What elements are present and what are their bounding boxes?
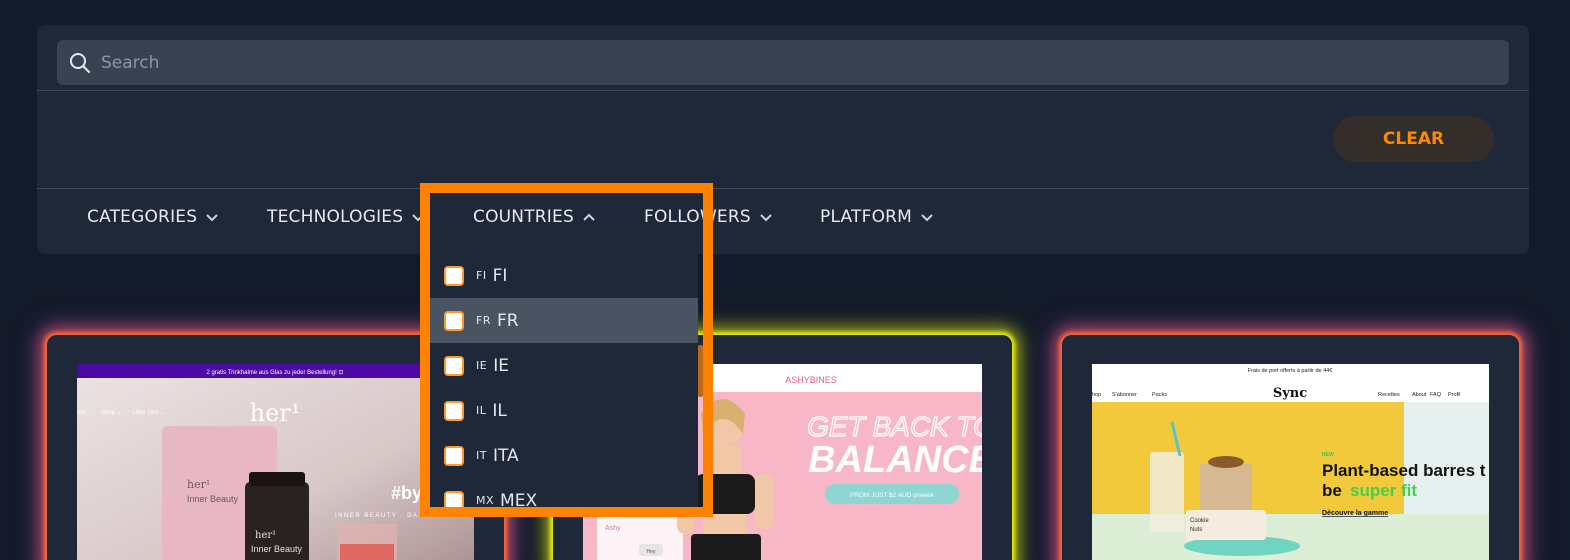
- country-code: MX: [476, 494, 495, 507]
- country-label: ITA: [492, 445, 519, 466]
- cta-text: FROM JUST $2 AUD p/week: [850, 492, 934, 499]
- nav-item: Profil: [1448, 392, 1461, 398]
- brand-logo: ASHYBINES: [785, 375, 837, 385]
- country-label: IE: [493, 355, 509, 376]
- nav-item: Über Uns ⌄: [133, 409, 165, 416]
- store-card-body: Frais de port offerts à partir de 44€ ho…: [1062, 335, 1519, 560]
- nav-item: me: [77, 410, 86, 416]
- country-option-ie[interactable]: IE IE: [430, 343, 698, 388]
- divider: [37, 188, 1529, 189]
- nav-item: S'abonner: [1112, 392, 1137, 398]
- search-bar[interactable]: [57, 40, 1509, 85]
- checkbox[interactable]: [444, 490, 464, 508]
- filter-tab-categories[interactable]: CATEGORIES: [87, 207, 219, 227]
- headline-highlight: super fit: [1350, 481, 1417, 500]
- country-label: IL: [492, 400, 507, 421]
- store-screenshot: 2 gratis Trinkhalme aus Glas zu jeder Be…: [77, 364, 474, 560]
- store-card[interactable]: Frais de port offerts à partir de 44€ ho…: [1062, 335, 1519, 560]
- filter-tab-technologies[interactable]: TECHNOLOGIES: [267, 207, 425, 227]
- country-label: FI: [492, 265, 508, 286]
- filter-tab-label: TECHNOLOGIES: [267, 207, 404, 227]
- nav-item: hop: [1092, 392, 1101, 398]
- nav-item: About: [1412, 392, 1427, 398]
- filter-tab-label: PLATFORM: [820, 207, 913, 227]
- headline-text: be: [1322, 481, 1342, 500]
- nav-item: Packs: [1152, 392, 1167, 398]
- phone-label: Ashy: [605, 525, 621, 532]
- nav-item: FAQ: [1430, 392, 1442, 398]
- country-option-fi[interactable]: FI FI: [430, 253, 698, 298]
- hashtag-text: #by: [391, 483, 422, 503]
- product-label: Cookie: [1190, 518, 1209, 524]
- checkbox[interactable]: [444, 310, 464, 331]
- checkbox[interactable]: [444, 400, 464, 421]
- product-label: Inner Beauty: [251, 544, 303, 554]
- countries-dropdown: FI FI FR FR IE IE IL IL IT ITA MX MEX: [430, 248, 698, 508]
- product-label: her¹: [187, 478, 210, 491]
- checkbox[interactable]: [444, 355, 464, 376]
- chevron-down-icon: [206, 214, 218, 222]
- headline-outline: GET BACK TO: [807, 411, 982, 442]
- chevron-up-icon: [583, 213, 595, 221]
- country-option-il[interactable]: IL IL: [430, 388, 698, 433]
- country-label: FR: [496, 310, 519, 331]
- checkbox[interactable]: [444, 265, 464, 286]
- divider: [37, 90, 1529, 91]
- banner-text: Frais de port offerts à partir de 44€: [1248, 368, 1333, 374]
- filter-panel: CLEAR: [37, 25, 1529, 254]
- country-option-fr[interactable]: FR FR: [430, 298, 698, 343]
- dropdown-scrollbar[interactable]: [698, 345, 703, 397]
- checkbox[interactable]: [444, 445, 464, 466]
- country-code: FR: [476, 314, 491, 327]
- country-code: FI: [476, 269, 487, 282]
- nav-item: Shop ⌄: [101, 410, 122, 416]
- headline-text: Plant-based barres t: [1322, 461, 1486, 480]
- filter-tab-label: FOLLOWERS: [644, 207, 751, 227]
- headline-text: BALANCE: [808, 439, 982, 481]
- brand-logo: her¹: [250, 399, 301, 427]
- chevron-down-icon: [921, 214, 933, 222]
- chevron-down-icon: [412, 214, 424, 222]
- country-code: IT: [476, 449, 487, 462]
- country-code: IE: [476, 359, 488, 372]
- new-badge: NEW: [1322, 452, 1334, 458]
- filter-tab-label: COUNTRIES: [473, 207, 574, 227]
- clear-button[interactable]: CLEAR: [1333, 116, 1494, 162]
- country-option-mex[interactable]: MX MEX: [430, 478, 698, 508]
- chevron-down-icon: [760, 214, 772, 222]
- country-code: IL: [476, 404, 487, 417]
- country-option-ita[interactable]: IT ITA: [430, 433, 698, 478]
- product-label: her¹: [255, 530, 276, 541]
- search-icon: [70, 53, 91, 74]
- product-label: Inner Beauty: [187, 494, 239, 504]
- filter-tab-platform[interactable]: PLATFORM: [820, 207, 934, 227]
- country-label: MEX: [500, 490, 538, 509]
- phone-button: Hey: [647, 549, 656, 555]
- search-input[interactable]: [101, 40, 1491, 85]
- tagline-text: INNER BEAUTY · DA: [335, 513, 418, 519]
- product-label: Nuts: [1190, 527, 1202, 533]
- shop-link[interactable]: Découvre la gamme: [1322, 510, 1388, 517]
- nav-item: Recettes: [1378, 392, 1400, 398]
- filter-tab-countries[interactable]: COUNTRIES: [473, 207, 596, 227]
- filter-tab-label: CATEGORIES: [87, 207, 198, 227]
- filter-tab-followers[interactable]: FOLLOWERS: [644, 207, 773, 227]
- banner-text: 2 gratis Trinkhalme aus Glas zu jeder Be…: [206, 370, 343, 376]
- brand-logo: Sync: [1273, 386, 1307, 401]
- store-screenshot: Frais de port offerts à partir de 44€ ho…: [1092, 364, 1489, 560]
